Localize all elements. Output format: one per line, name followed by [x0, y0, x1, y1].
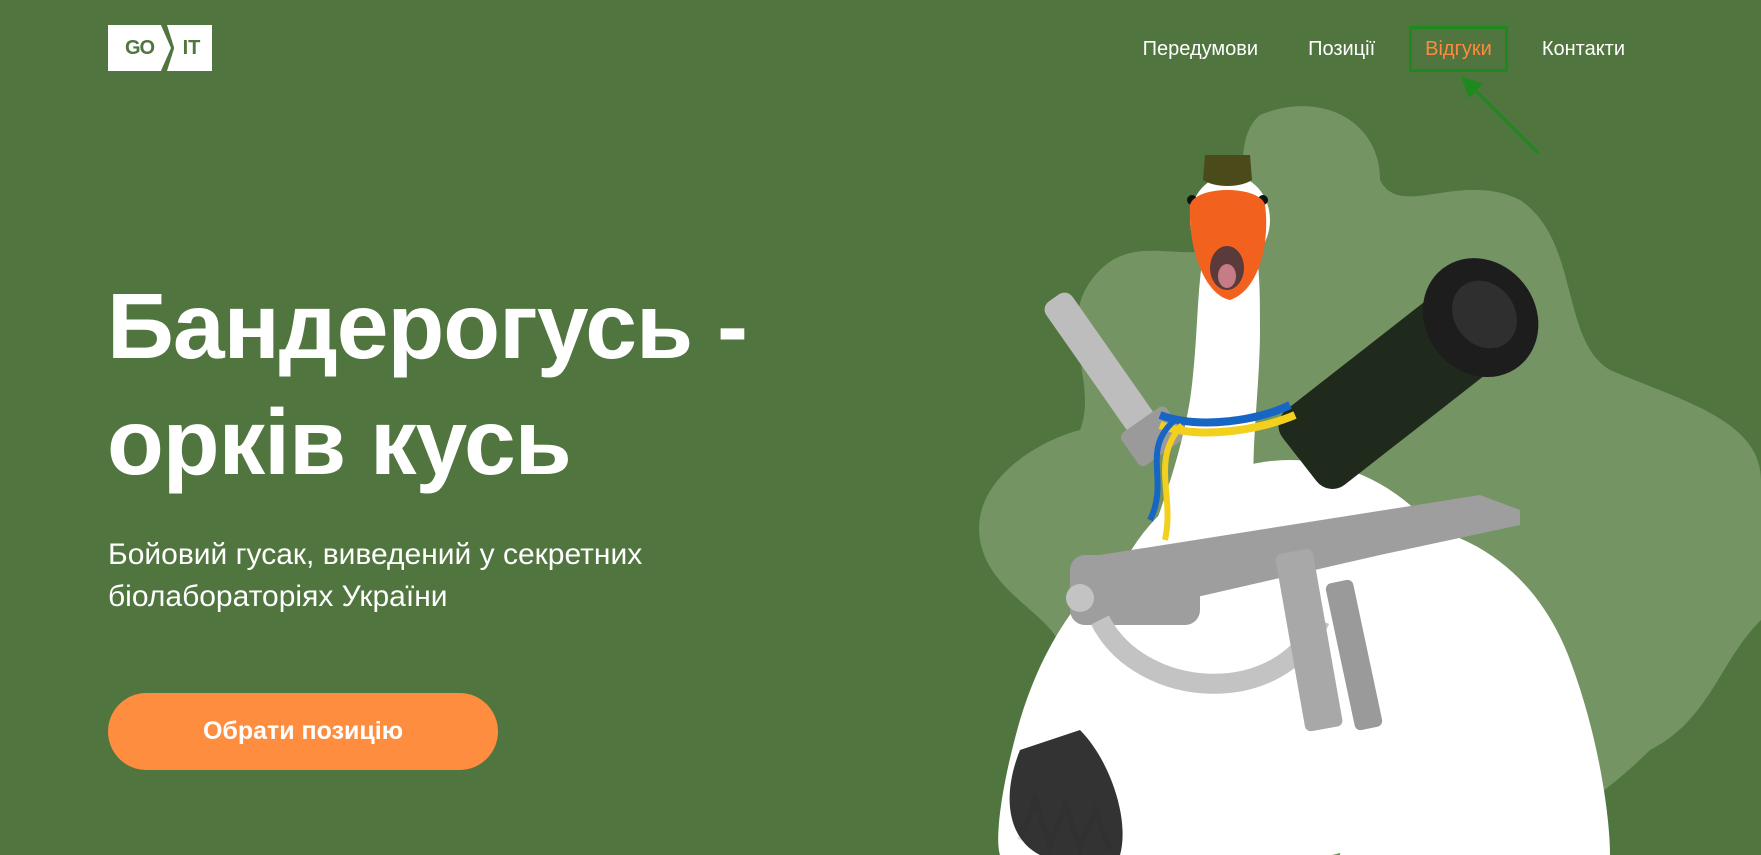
- logo[interactable]: GO IT: [108, 25, 212, 71]
- goose-tongue: [1218, 264, 1236, 288]
- hero-title-line1: Бандерогусь -: [107, 274, 748, 378]
- logo-go: GO: [108, 25, 171, 71]
- hero-title: Бандерогусь - орків кусь: [107, 268, 748, 500]
- nav-item-contacts[interactable]: Контакти: [1526, 26, 1641, 72]
- nav-item-reviews[interactable]: Відгуки: [1409, 26, 1508, 72]
- choose-position-button[interactable]: Обрати позицію: [108, 693, 498, 770]
- hero-subtitle-line2: біолабораторіях України: [108, 580, 448, 613]
- nav-item-background[interactable]: Передумови: [1127, 26, 1274, 72]
- main-nav: Передумови Позиції Відгуки Контакти: [1109, 26, 1641, 72]
- hero-subtitle-line1: Бойовий гусак, виведений у секретних: [108, 538, 643, 571]
- hero-title-line2: орків кусь: [107, 390, 572, 494]
- goose-illustration: [979, 106, 1761, 855]
- logo-it: IT: [167, 25, 212, 71]
- military-cap: [1203, 155, 1252, 186]
- nav-item-positions[interactable]: Позиції: [1292, 26, 1391, 72]
- hero-subtitle: Бойовий гусак, виведений у секретних біо…: [108, 534, 808, 618]
